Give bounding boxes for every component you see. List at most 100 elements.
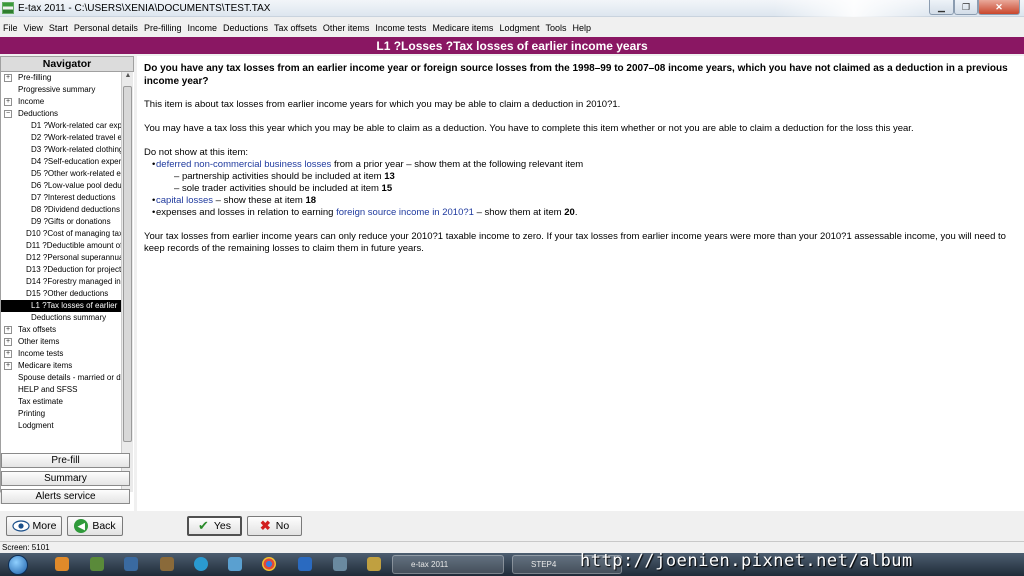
- menu-tax-offsets[interactable]: Tax offsets: [274, 23, 317, 33]
- summary-button[interactable]: Summary: [1, 471, 130, 486]
- navigator-item[interactable]: D10 ?Cost of managing tax: [1, 228, 121, 240]
- navigator-item[interactable]: + Income tests: [1, 348, 121, 360]
- minimize-button[interactable]: ▁: [929, 0, 954, 15]
- taskbar-app-icon[interactable]: [333, 557, 347, 571]
- content-panel: Do you have any tax losses from an earli…: [137, 56, 1024, 511]
- navigator-vertical-scrollbar[interactable]: ▲ ▼: [121, 72, 133, 492]
- taskbar-app-icon[interactable]: [298, 557, 312, 571]
- navigator-item[interactable]: D2 ?Work-related travel e: [1, 132, 121, 144]
- navigator-item[interactable]: − Deductions: [1, 108, 121, 120]
- expand-icon[interactable]: +: [4, 338, 12, 346]
- navigator-item[interactable]: Lodgment: [1, 420, 121, 432]
- chrome-icon[interactable]: [262, 557, 276, 571]
- explorer-icon[interactable]: [55, 557, 69, 571]
- window-controls: ▁ ❐ ✕: [929, 0, 1020, 15]
- navigator-item[interactable]: + Medicare items: [1, 360, 121, 372]
- navigator-item[interactable]: L1 ?Tax losses of earlier: [1, 300, 121, 312]
- deferred-losses-link[interactable]: deferred non-commercial business losses: [156, 159, 331, 170]
- check-icon: ✔: [197, 518, 209, 533]
- navigator-item[interactable]: D3 ?Work-related clothing: [1, 144, 121, 156]
- menu-pre-filling[interactable]: Pre-filling: [144, 23, 182, 33]
- yes-label: Yes: [213, 520, 232, 532]
- menu-income-tests[interactable]: Income tests: [375, 23, 426, 33]
- expand-icon[interactable]: +: [4, 74, 12, 82]
- alerts-service-button[interactable]: Alerts service: [1, 489, 130, 504]
- taskbar-app-icon[interactable]: [90, 557, 104, 571]
- back-arrow-icon: ◀: [74, 519, 89, 533]
- menu-medicare-items[interactable]: Medicare items: [432, 23, 493, 33]
- window-title: E-tax 2011 - C:\USERS\XENIA\DOCUMENTS\TE…: [18, 2, 271, 14]
- navigator-item[interactable]: D12 ?Personal superannua: [1, 252, 121, 264]
- taskbar-app-icon[interactable]: [228, 557, 242, 571]
- navigator-item-label: D11 ?Deductible amount of: [26, 241, 121, 250]
- menu-view[interactable]: View: [24, 23, 43, 33]
- etax-taskbar-button[interactable]: e-tax 2011: [392, 555, 504, 574]
- menu-file[interactable]: File: [3, 23, 18, 33]
- navigator-item-label: Lodgment: [18, 421, 54, 430]
- navigator-item-label: Deductions summary: [31, 313, 107, 322]
- expand-icon[interactable]: +: [4, 350, 12, 358]
- more-icon: [11, 520, 30, 532]
- navigator-item[interactable]: D13 ?Deduction for project: [1, 264, 121, 276]
- navigator-item[interactable]: Progressive summary: [1, 84, 121, 96]
- media-player-icon[interactable]: [124, 557, 138, 571]
- capital-losses-link[interactable]: capital losses: [156, 195, 213, 206]
- navigator-item-label: D13 ?Deduction for project: [26, 265, 121, 274]
- menu-start[interactable]: Start: [49, 23, 68, 33]
- navigator-item[interactable]: D5 ?Other work-related e: [1, 168, 121, 180]
- navigator-item[interactable]: + Tax offsets: [1, 324, 121, 336]
- maximize-button[interactable]: ❐: [954, 0, 978, 15]
- navigator-item-label: D14 ?Forestry managed in: [26, 277, 121, 286]
- navigator-item[interactable]: D9 ?Gifts or donations: [1, 216, 121, 228]
- list-item: partnership activities should be include…: [144, 171, 1016, 183]
- yes-button[interactable]: ✔ Yes: [187, 516, 242, 536]
- navigator-item[interactable]: + Income: [1, 96, 121, 108]
- menu-lodgment[interactable]: Lodgment: [499, 23, 539, 33]
- navigator-item[interactable]: Tax estimate: [1, 396, 121, 408]
- navigator-item[interactable]: D14 ?Forestry managed in: [1, 276, 121, 288]
- skype-icon[interactable]: [194, 557, 208, 571]
- navigator-item[interactable]: D6 ?Low-value pool dedu: [1, 180, 121, 192]
- navigator-item[interactable]: + Other items: [1, 336, 121, 348]
- navigator-item-label: Spouse details - married or d: [18, 373, 121, 382]
- navigator-item[interactable]: Spouse details - married or d: [1, 372, 121, 384]
- navigator-item-label: D1 ?Work-related car exp: [31, 121, 121, 130]
- menu-deductions[interactable]: Deductions: [223, 23, 268, 33]
- bullet-text: partnership activities should be include…: [181, 171, 385, 182]
- navigator-item[interactable]: HELP and SFSS: [1, 384, 121, 396]
- close-button[interactable]: ✕: [978, 0, 1020, 15]
- expand-icon[interactable]: +: [4, 362, 12, 370]
- menu-other-items[interactable]: Other items: [323, 23, 370, 33]
- menu-personal-details[interactable]: Personal details: [74, 23, 138, 33]
- navigator-item[interactable]: D7 ?Interest deductions: [1, 192, 121, 204]
- navigator-item[interactable]: D4 ?Self-education exper: [1, 156, 121, 168]
- collapse-icon[interactable]: −: [4, 110, 12, 118]
- navigator-item[interactable]: Deductions summary: [1, 312, 121, 324]
- navigator-item[interactable]: + Pre-filling: [1, 72, 121, 84]
- expand-icon[interactable]: +: [4, 326, 12, 334]
- expand-icon[interactable]: +: [4, 98, 12, 106]
- back-button[interactable]: ◀ Back: [67, 516, 123, 536]
- menu-tools[interactable]: Tools: [545, 23, 566, 33]
- foreign-source-income-link[interactable]: foreign source income in 2010?1: [336, 207, 474, 218]
- more-button[interactable]: More: [6, 516, 62, 536]
- scroll-up-icon[interactable]: ▲: [122, 72, 134, 84]
- navigator-item[interactable]: Printing: [1, 408, 121, 420]
- navigator-item[interactable]: D8 ?Dividend deductions: [1, 204, 121, 216]
- navigator-tree: + Pre-filling Progressive summary + Income − D…: [0, 72, 121, 492]
- taskbar-app-icon[interactable]: [367, 557, 381, 571]
- navigator-item[interactable]: D1 ?Work-related car exp: [1, 120, 121, 132]
- menu-income[interactable]: Income: [187, 23, 217, 33]
- menu-help[interactable]: Help: [572, 23, 591, 33]
- navigator-item-label: D3 ?Work-related clothing: [31, 145, 121, 154]
- navigator-item-label: Tax estimate: [18, 397, 63, 406]
- taskbar-app-icon[interactable]: [160, 557, 174, 571]
- no-button[interactable]: ✖ No: [247, 516, 302, 536]
- navigator-item-label: Tax offsets: [18, 325, 57, 334]
- start-button-icon[interactable]: [8, 555, 28, 575]
- scroll-thumb[interactable]: [123, 86, 132, 442]
- navigator-item[interactable]: D15 ?Other deductions: [1, 288, 121, 300]
- navigator-item[interactable]: D11 ?Deductible amount of: [1, 240, 121, 252]
- pre-fill-button[interactable]: Pre-fill: [1, 453, 130, 468]
- navigator-item-label: Printing: [18, 409, 46, 418]
